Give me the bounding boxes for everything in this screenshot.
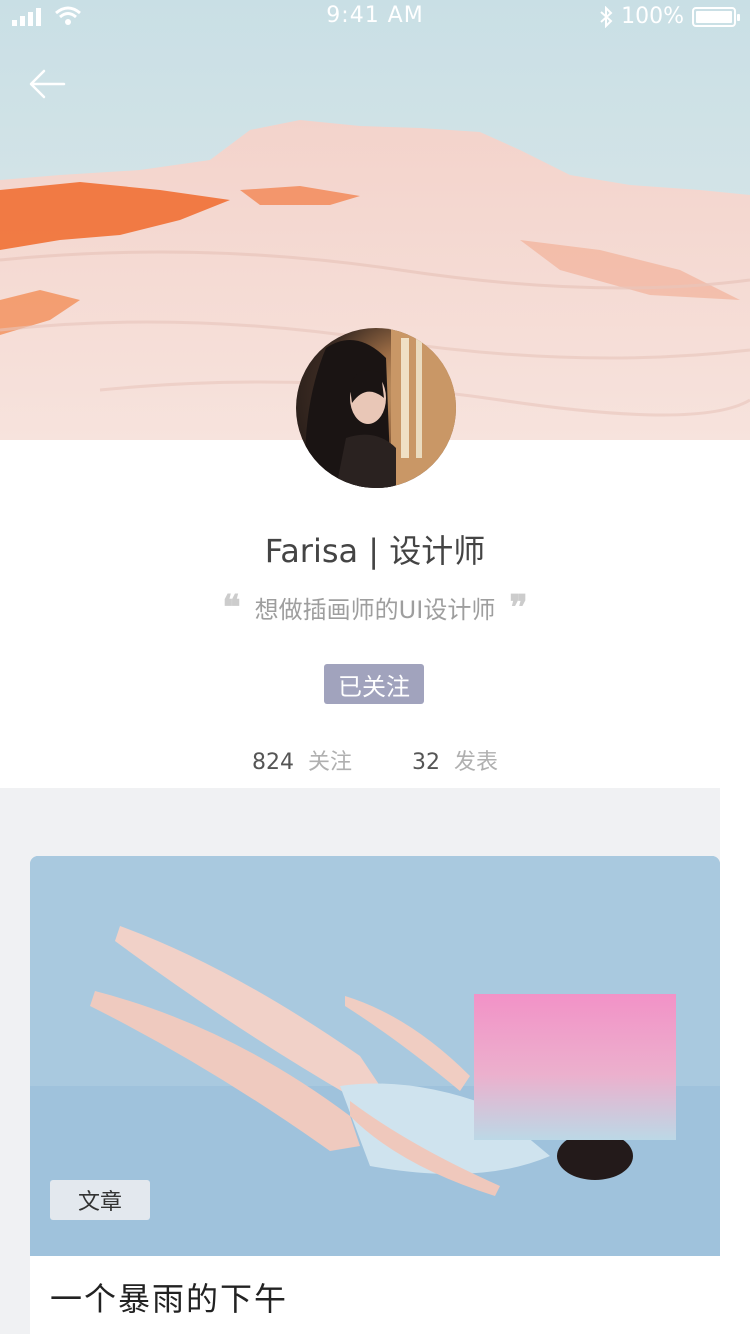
feed: 文章 一个暴雨的下午: [0, 788, 720, 1334]
status-bar: 9:41 AM 100%: [0, 0, 750, 40]
follow-button[interactable]: 已关注: [324, 664, 424, 704]
stat-following[interactable]: 824 关注: [252, 744, 352, 776]
close-quote-icon: ❞: [509, 587, 528, 628]
bio-row: ❝ 想做插画师的UI设计师 ❞: [0, 590, 750, 625]
battery-icon: [692, 6, 740, 27]
profile-bio: 想做插画师的UI设计师: [254, 596, 496, 624]
avatar[interactable]: [296, 328, 456, 488]
back-button[interactable]: [26, 64, 70, 104]
stat-value: 32: [412, 750, 440, 775]
post-card[interactable]: 文章 一个暴雨的下午: [30, 856, 720, 1334]
stat-label: 发表: [454, 750, 499, 775]
bluetooth-icon: [600, 5, 613, 28]
avatar-portrait: [305, 328, 456, 488]
stat-value: 824: [251, 750, 294, 775]
post-tag: 文章: [50, 1180, 150, 1220]
back-arrow-icon: [29, 69, 66, 99]
post-title[interactable]: 一个暴雨的下午: [50, 1274, 288, 1320]
open-quote-icon: ❝: [222, 587, 241, 628]
battery-percent: 100%: [621, 4, 684, 29]
profile-stats: 824 关注 32 发表: [0, 744, 750, 776]
stat-posts[interactable]: 32 发表: [412, 744, 498, 776]
profile-name: Farisa | 设计师: [264, 532, 486, 570]
stat-label: 关注: [307, 750, 352, 775]
status-right: 100%: [599, 4, 740, 29]
